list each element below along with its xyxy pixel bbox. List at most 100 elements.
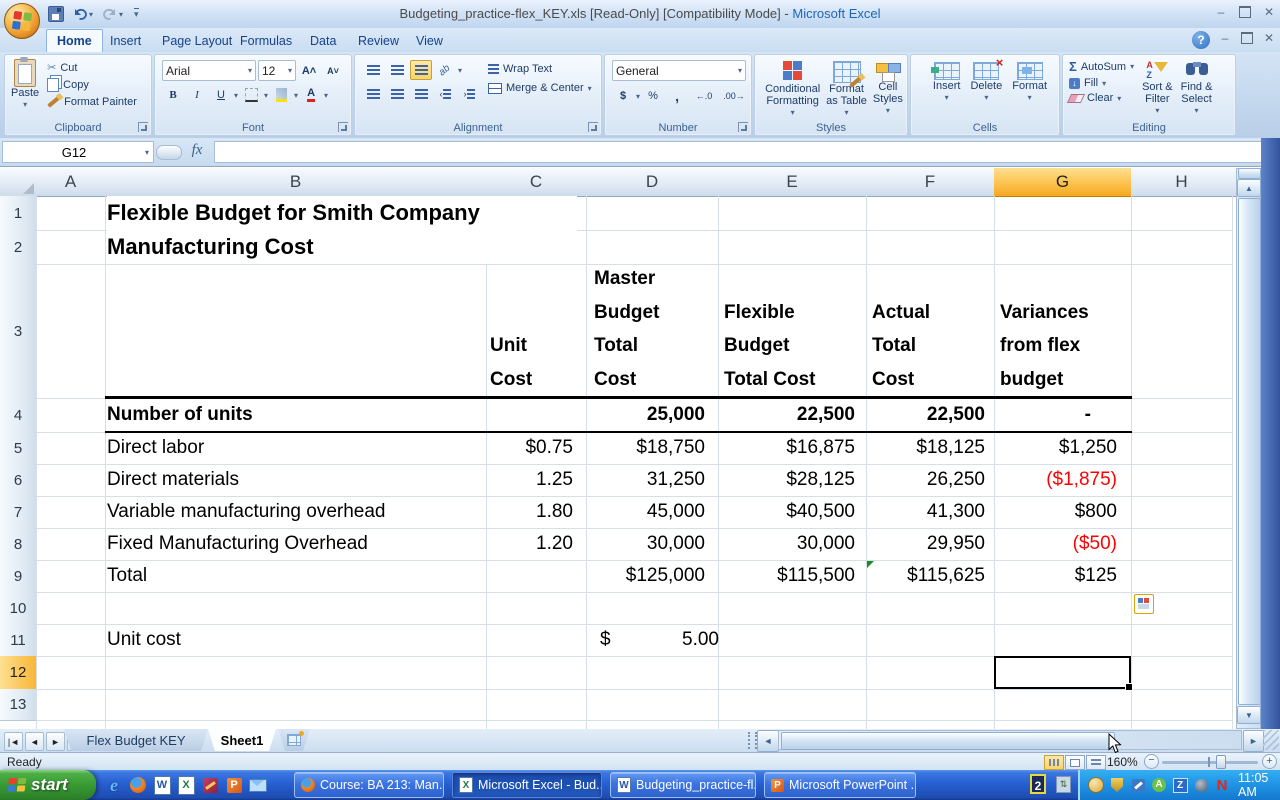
close-button[interactable]: ✕ [1258,6,1280,21]
swirl-icon[interactable] [1193,777,1209,793]
zoom-slider-handle[interactable] [1216,755,1226,769]
workbook-restore-button[interactable] [1236,32,1258,47]
autosum-button[interactable]: Σ AutoSum ▾ [1069,59,1134,74]
font-dialog-launcher[interactable] [338,122,348,132]
row-header-5[interactable]: 5 [0,432,37,465]
cell-c5[interactable]: $0.75 [486,432,573,464]
word-icon[interactable]: W [152,775,172,795]
taskbar-button-excel[interactable]: X Microsoft Excel - Bud... [452,772,602,798]
row-header-9[interactable]: 9 [0,560,37,593]
cell-styles-button[interactable]: Cell Styles ▾ [873,61,903,119]
workbook-minimize-button[interactable]: – [1214,32,1236,47]
cell-d8[interactable]: 30,000 [586,528,705,560]
cell-f5[interactable]: $18,125 [866,432,985,464]
cell-b5[interactable]: Direct labor [107,432,482,464]
cell-d11[interactable]: $5.00 [586,624,719,656]
align-right-button[interactable] [410,84,432,104]
zoom-in-button[interactable]: + [1262,754,1277,769]
cell-g3-header[interactable]: Variances from flex budget [1000,264,1129,396]
page-layout-view-button[interactable] [1065,755,1085,770]
customize-quick-access-button[interactable]: ▾ [132,4,141,24]
cell-b1-title[interactable]: Flexible Budget for Smith Company [107,196,577,230]
row-header-8[interactable]: 8 [0,528,37,561]
number-dialog-launcher[interactable] [738,122,748,132]
firefox-icon[interactable] [128,775,148,795]
tab-view[interactable]: View [406,30,453,52]
cell-e6[interactable]: $28,125 [718,464,855,496]
cell-e9[interactable]: $115,500 [718,560,855,592]
cell-d3-header[interactable]: Master Budget Total Cost [594,264,716,396]
cell-d4[interactable]: 25,000 [586,398,705,432]
hscroll-right-button[interactable]: ► [1243,730,1264,752]
tab-split-handle[interactable] [748,732,757,749]
selected-cell-g12[interactable] [994,656,1133,691]
vertical-scrollbar[interactable]: ▲ ▼ [1236,168,1261,729]
row-header-2[interactable]: 2 [0,230,37,265]
column-header-g[interactable]: G [994,168,1132,197]
excel-icon[interactable]: X [176,775,196,795]
cell-f9[interactable]: $115,625 [866,560,985,592]
fill-button[interactable]: ↓ Fill ▾ [1069,77,1134,89]
cell-b9[interactable]: Total [107,560,482,592]
borders-button[interactable] [240,85,262,105]
cell-b2-subtitle[interactable]: Manufacturing Cost [107,230,577,264]
row-header-1[interactable]: 1 [0,196,37,231]
name-box-dropdown-icon[interactable]: ▾ [145,148,153,157]
name-box-resize-handle[interactable] [156,145,182,160]
insert-function-button[interactable]: fx [184,142,210,161]
resize-grip[interactable] [1263,730,1279,750]
row-header-10[interactable]: 10 [0,592,37,625]
decrease-decimal-button[interactable]: .00→ [720,86,748,106]
cell-f8[interactable]: 29,950 [866,528,985,560]
cell-f3-header[interactable]: Actual Total Cost [872,264,992,396]
cut-button[interactable]: ✂ Cut [47,61,137,75]
zoom-slider-track[interactable] [1162,761,1258,764]
cell-b8[interactable]: Fixed Manufacturing Overhead [107,528,482,560]
outlook-express-icon[interactable] [248,775,268,795]
hscroll-left-button[interactable]: ◄ [757,730,779,752]
zoom-out-button[interactable]: − [1144,754,1159,769]
cell-c3-header[interactable]: Unit Cost [490,264,584,396]
z-icon[interactable]: Z [1172,777,1188,793]
antivirus-a-icon[interactable]: A [1151,777,1167,793]
format-cells-button[interactable]: Format ▾ [1012,62,1047,104]
formula-input[interactable] [214,141,1262,163]
cell-e4[interactable]: 22,500 [718,398,855,432]
start-button[interactable]: start [0,770,96,800]
next-sheet-button[interactable]: ► [46,732,65,751]
fill-handle[interactable] [1125,683,1133,691]
cell-b7[interactable]: Variable manufacturing overhead [107,496,485,528]
cell-d5[interactable]: $18,750 [586,432,705,464]
clipboard-dialog-launcher[interactable] [138,122,148,132]
help-icon[interactable]: ? [1192,31,1210,49]
align-left-button[interactable] [362,84,384,104]
cell-b4[interactable]: Number of units [107,398,482,432]
cell-f4[interactable]: 22,500 [866,398,985,432]
cell-b6[interactable]: Direct materials [107,464,482,496]
column-header-d[interactable]: D [586,168,719,197]
sheet-tab-flex-budget-key[interactable]: Flex Budget KEY [64,729,208,751]
row-header-11[interactable]: 11 [0,624,37,657]
cell-g5[interactable]: $1,250 [994,432,1117,464]
office-button[interactable] [3,2,41,40]
tab-page-layout[interactable]: Page Layout [152,30,242,52]
restore-button[interactable] [1234,6,1256,21]
smart-tag-button[interactable] [1134,594,1154,614]
alignment-dialog-launcher[interactable] [588,122,598,132]
tools-icon[interactable] [1130,777,1146,793]
shield-icon[interactable] [1109,777,1125,793]
normal-view-button[interactable] [1044,755,1064,770]
name-box[interactable]: G12 ▾ [2,141,154,163]
taskbar-button-powerpoint[interactable]: P Microsoft PowerPoint ... [764,772,916,798]
grow-font-button[interactable]: A˄ [298,61,320,81]
clear-button[interactable]: Clear ▾ [1066,92,1134,104]
cell-d7[interactable]: 45,000 [586,496,705,528]
select-all-button[interactable] [0,168,37,197]
find-select-button[interactable]: Find & Select ▾ [1181,59,1212,117]
align-bottom-button[interactable] [410,60,432,80]
paste-button[interactable]: Paste ▾ [11,57,39,111]
cell-g8[interactable]: ($50) [994,528,1117,560]
cell-e7[interactable]: $40,500 [718,496,855,528]
cell-f7[interactable]: 41,300 [866,496,985,528]
underline-button[interactable]: U [210,85,232,105]
